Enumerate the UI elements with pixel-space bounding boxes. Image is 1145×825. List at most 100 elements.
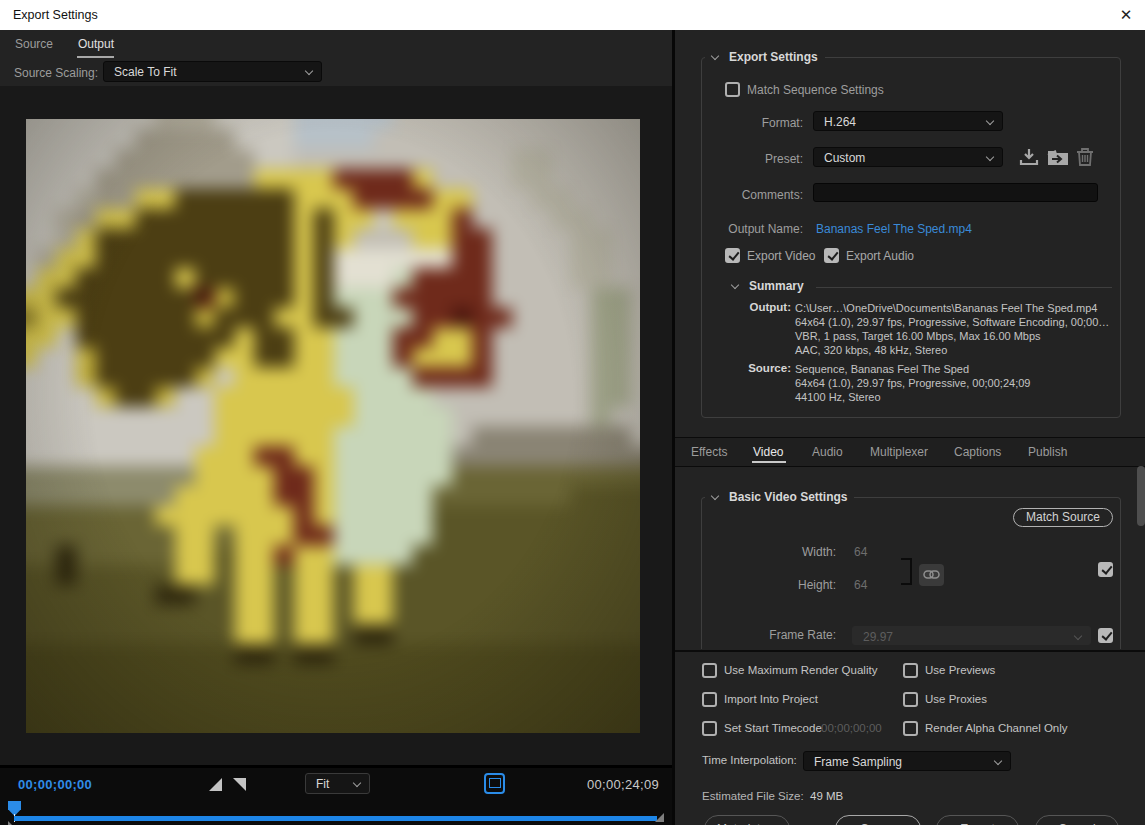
export-audio-label: Export Audio <box>846 249 914 263</box>
chevron-down-icon <box>711 492 719 500</box>
size-constrain-checkbox[interactable] <box>1098 562 1113 577</box>
import-into-project-checkbox[interactable] <box>702 692 717 707</box>
tab-publish[interactable]: Publish <box>1028 445 1067 459</box>
chevron-down-icon <box>305 67 313 75</box>
import-preset-icon[interactable] <box>1046 146 1070 168</box>
frame-rate-label: Frame Rate: <box>675 628 836 642</box>
source-scaling-dropdown[interactable]: Scale To Fit <box>103 61 322 82</box>
out-point-icon[interactable] <box>233 778 246 791</box>
settings-tabs: Effects Video Audio Multiplexer Captions… <box>675 437 1145 467</box>
crop-output-icon[interactable] <box>484 773 505 794</box>
export-settings-dialog: Export Settings ✕ Source Output Source S… <box>0 0 1145 825</box>
close-icon[interactable]: ✕ <box>1116 6 1136 24</box>
chevron-down-icon <box>1074 632 1082 640</box>
transport-bar: 00;00;00;00 Fit 00;00;24;09 <box>0 765 672 825</box>
render-alpha-label: Render Alpha Channel Only <box>925 722 1068 734</box>
in-point-icon[interactable] <box>209 778 222 791</box>
summary-source-line: 44100 Hz, Stereo <box>795 390 881 404</box>
time-interpolation-dropdown[interactable]: Frame Sampling <box>803 751 1011 771</box>
settings-panel: Export Settings Match Sequence Settings … <box>672 30 1145 825</box>
tab-video[interactable]: Video <box>753 445 783 459</box>
duration-timecode: 00;00;24;09 <box>587 777 659 792</box>
height-label: Height: <box>675 578 836 592</box>
tab-output[interactable]: Output <box>78 37 114 51</box>
tab-video-underline <box>752 461 786 463</box>
output-name-label: Output Name: <box>675 222 803 236</box>
use-proxies-checkbox[interactable] <box>903 692 918 707</box>
set-start-timecode-checkbox[interactable] <box>702 721 717 736</box>
summary-output-line: C:\User…\OneDrive\Documents\Bananas Feel… <box>795 301 1097 315</box>
preset-label: Preset: <box>675 152 803 166</box>
summary-output-line: AAC, 320 kbps, 48 kHz, Stereo <box>795 343 947 357</box>
export-button[interactable]: Export <box>936 815 1019 825</box>
basic-video-settings-header[interactable]: Basic Video Settings <box>705 490 854 505</box>
delete-preset-icon[interactable] <box>1076 146 1094 168</box>
cancel-button[interactable]: Cancel <box>1035 815 1119 825</box>
width-height-bracket <box>901 558 912 585</box>
preview-area <box>0 86 672 765</box>
summary-output-label: Output: <box>675 301 791 313</box>
export-settings-header[interactable]: Export Settings <box>705 50 825 65</box>
tab-source[interactable]: Source <box>15 37 53 51</box>
use-proxies-label: Use Proxies <box>925 693 987 705</box>
tab-multiplexer[interactable]: Multiplexer <box>870 445 928 459</box>
format-dropdown[interactable]: H.264 <box>813 111 1003 131</box>
render-alpha-checkbox[interactable] <box>903 721 918 736</box>
scrubber-left-handle[interactable] <box>8 821 17 825</box>
start-timecode-value: 00;00;00;00 <box>821 722 882 734</box>
tab-effects[interactable]: Effects <box>691 445 727 459</box>
scrubber-right-handle[interactable] <box>655 813 664 822</box>
summary-header[interactable]: Summary <box>725 279 811 294</box>
output-name-link[interactable]: Bananas Feel The Sped.mp4 <box>816 222 972 236</box>
summary-source-line: 64x64 (1.0), 29.97 fps, Progressive, 00;… <box>795 376 1030 390</box>
chevron-down-icon <box>994 757 1002 765</box>
link-width-height-button[interactable] <box>919 564 944 586</box>
frame-rate-dropdown: 29.97 <box>852 626 1091 645</box>
summary-output-line: VBR, 1 pass, Target 16.00 Mbps, Max 16.0… <box>795 329 1041 343</box>
source-scaling-label: Source Scaling: <box>14 66 98 80</box>
tab-captions[interactable]: Captions <box>954 445 1001 459</box>
use-previews-label: Use Previews <box>925 664 995 676</box>
export-video-checkbox[interactable] <box>725 248 740 263</box>
match-source-button[interactable]: Match Source <box>1013 508 1113 527</box>
summary-divider <box>816 287 1112 288</box>
queue-button[interactable]: Queue <box>835 815 921 825</box>
import-into-project-label: Import Into Project <box>724 693 818 705</box>
preview-panel: Source Output Source Scaling: Scale To F… <box>0 30 672 825</box>
preview-vignette <box>26 119 640 733</box>
chevron-down-icon <box>711 52 719 60</box>
summary-output-line: 64x64 (1.0), 29.97 fps, Progressive, Sof… <box>795 315 1109 329</box>
window-title: Export Settings <box>13 8 98 22</box>
scrubber-bar[interactable] <box>14 816 657 821</box>
tab-audio[interactable]: Audio <box>812 445 843 459</box>
match-sequence-settings-checkbox[interactable] <box>725 82 740 97</box>
current-timecode[interactable]: 00;00;00;00 <box>18 777 92 792</box>
chevron-down-icon <box>731 281 739 289</box>
format-label: Format: <box>675 116 803 130</box>
preview-tabs: Source Output <box>0 30 672 58</box>
estimated-file-size-value: 49 MB <box>810 790 843 802</box>
frame-rate-checkbox[interactable] <box>1098 628 1113 643</box>
preset-dropdown[interactable]: Custom <box>813 147 1003 167</box>
export-video-label: Export Video <box>747 249 816 263</box>
summary-source-line: Sequence, Bananas Feel The Sped <box>795 362 969 376</box>
comments-input[interactable] <box>813 183 1098 202</box>
comments-label: Comments: <box>675 188 803 202</box>
scrollbar-thumb[interactable] <box>1137 466 1145 526</box>
chevron-down-icon <box>353 779 361 787</box>
use-max-render-quality-label: Use Maximum Render Quality <box>724 664 877 676</box>
metadata-button[interactable]: Metadata... <box>704 815 790 825</box>
time-interpolation-label: Time Interpolation: <box>702 754 797 766</box>
save-preset-icon[interactable] <box>1018 146 1040 168</box>
height-value[interactable]: 64 <box>854 578 867 592</box>
dialog-content: Source Output Source Scaling: Scale To F… <box>0 30 1145 825</box>
source-scaling-row: Source Scaling: Scale To Fit <box>0 58 672 86</box>
zoom-dropdown[interactable]: Fit <box>305 773 370 794</box>
use-max-render-quality-checkbox[interactable] <box>702 663 717 678</box>
chevron-down-icon <box>986 117 994 125</box>
estimated-file-size-label: Estimated File Size: <box>702 790 804 802</box>
width-value[interactable]: 64 <box>854 545 867 559</box>
use-previews-checkbox[interactable] <box>903 663 918 678</box>
export-audio-checkbox[interactable] <box>824 248 839 263</box>
width-label: Width: <box>675 545 836 559</box>
